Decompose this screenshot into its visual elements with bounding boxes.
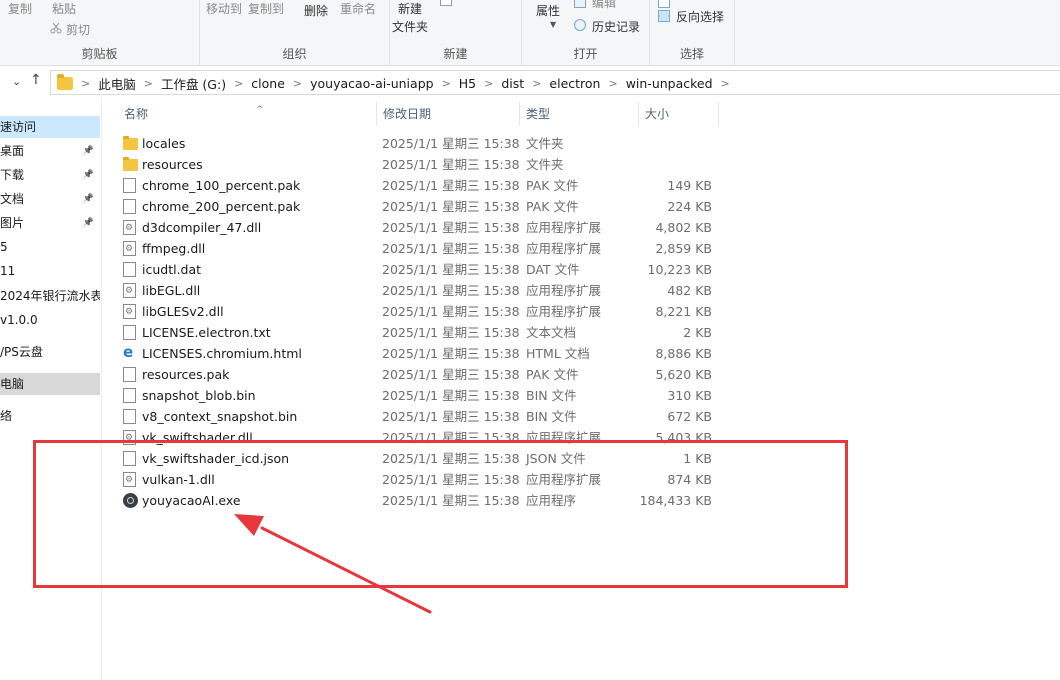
annotation-arrow-icon xyxy=(234,514,432,614)
